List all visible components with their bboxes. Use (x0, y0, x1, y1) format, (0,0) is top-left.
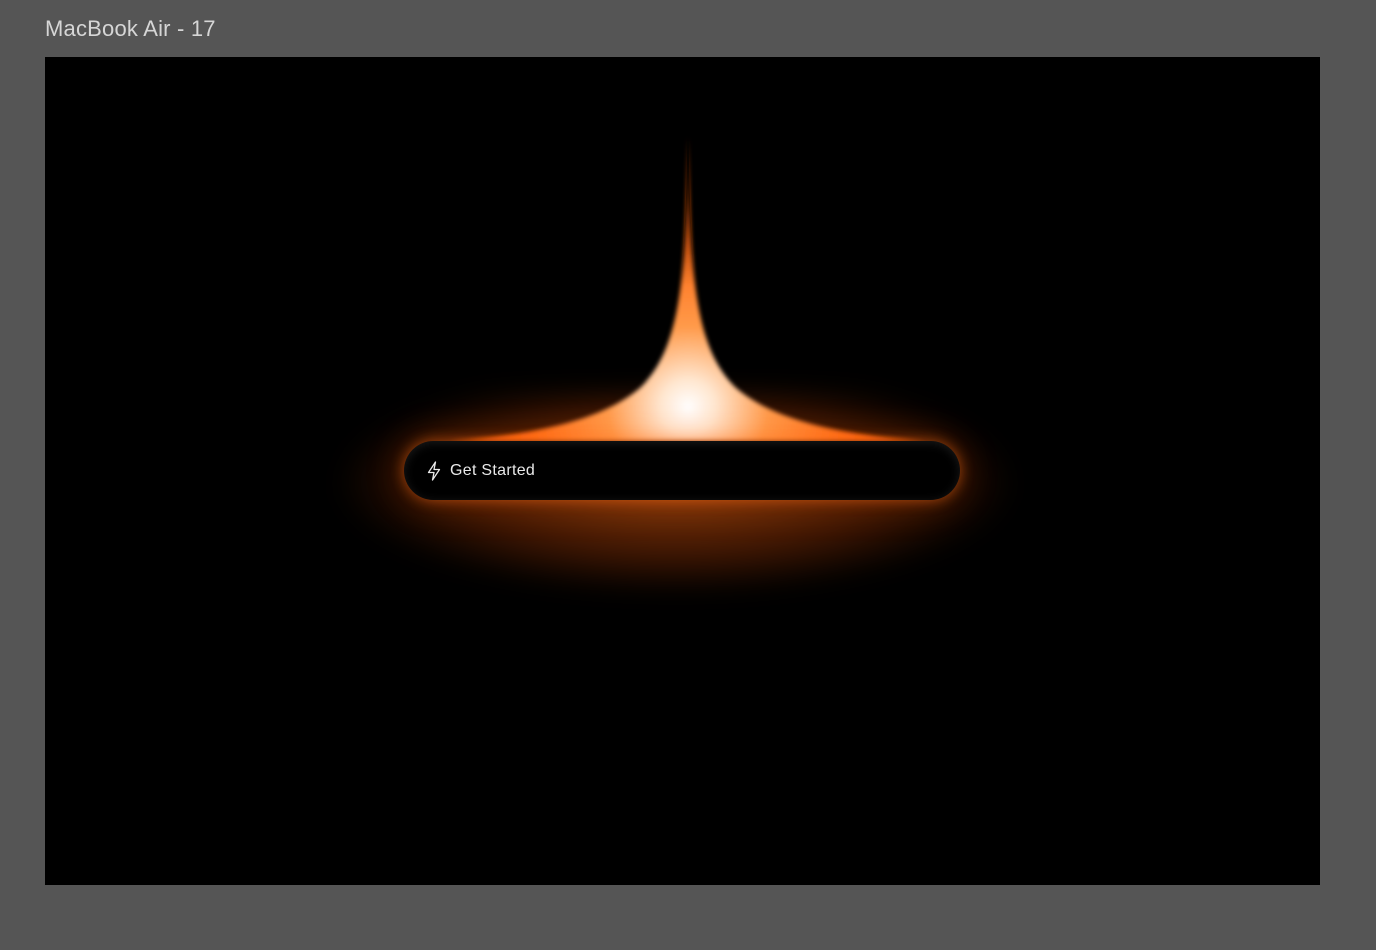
get-started-label: Get Started (450, 461, 536, 479)
artboard: Get Started (45, 57, 1320, 885)
frame-title: MacBook Air - 17 (45, 16, 216, 41)
get-started-button[interactable]: Get Started (404, 441, 960, 500)
lightning-bolt-icon (427, 460, 441, 481)
